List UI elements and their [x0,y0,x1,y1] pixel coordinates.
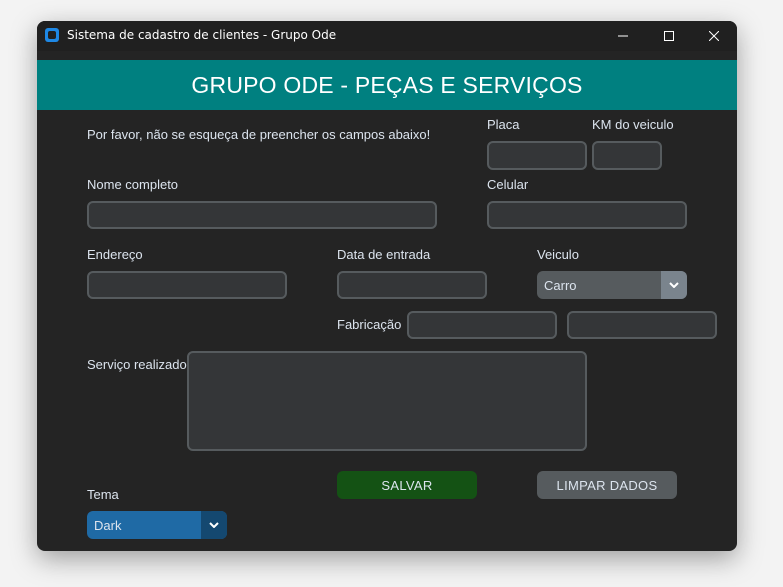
fabricacao-label: Fabricação [337,317,402,332]
maximize-button[interactable] [646,21,692,51]
form-notice: Por favor, não se esqueça de preencher o… [87,127,431,142]
maximize-icon [664,31,674,41]
celular-label: Celular [487,177,529,192]
chevron-down-icon [669,282,679,288]
close-icon [709,31,719,41]
data-entrada-label: Data de entrada [337,247,431,262]
app-window: Sistema de cadastro de clientes - Grupo … [37,21,737,551]
nome-label: Nome completo [87,177,179,192]
theme-value: Dark [94,517,122,533]
veiculo-combobox[interactable]: Carro [537,271,687,299]
celular-input[interactable] [487,201,687,229]
servico-label: Serviço realizado [87,357,187,372]
theme-combobox[interactable]: Dark [87,511,227,539]
theme-dropdown-button[interactable] [201,511,227,539]
theme-label: Tema [87,487,119,502]
minimize-button[interactable] [600,21,646,51]
minimize-icon [618,35,628,37]
chevron-down-icon [209,522,219,528]
veiculo-label: Veiculo [537,247,579,262]
km-input[interactable] [592,141,662,170]
endereco-label: Endereço [87,247,143,262]
placa-label: Placa [487,117,520,132]
veiculo-value: Carro [544,277,577,293]
veiculo-dropdown-button[interactable] [661,271,687,299]
km-label: KM do veiculo [592,117,674,132]
save-button[interactable]: SALVAR [337,471,477,499]
placa-input[interactable] [487,141,587,170]
title-bar: Sistema de cadastro de clientes - Grupo … [37,21,737,51]
app-icon [45,28,59,42]
clear-data-button[interactable]: LIMPAR DADOS [537,471,677,499]
window-title: Sistema de cadastro de clientes - Grupo … [67,28,337,42]
fabricacao-input-2[interactable] [567,311,717,339]
fabricacao-input-1[interactable] [407,311,557,339]
servico-textarea[interactable] [187,351,587,451]
data-entrada-input[interactable] [337,271,487,299]
nome-input[interactable] [87,201,437,229]
close-button[interactable] [691,21,737,51]
endereco-input[interactable] [87,271,287,299]
header-title: GRUPO ODE - PEÇAS E SERVIÇOS [191,71,583,98]
header-banner: GRUPO ODE - PEÇAS E SERVIÇOS [37,60,737,110]
